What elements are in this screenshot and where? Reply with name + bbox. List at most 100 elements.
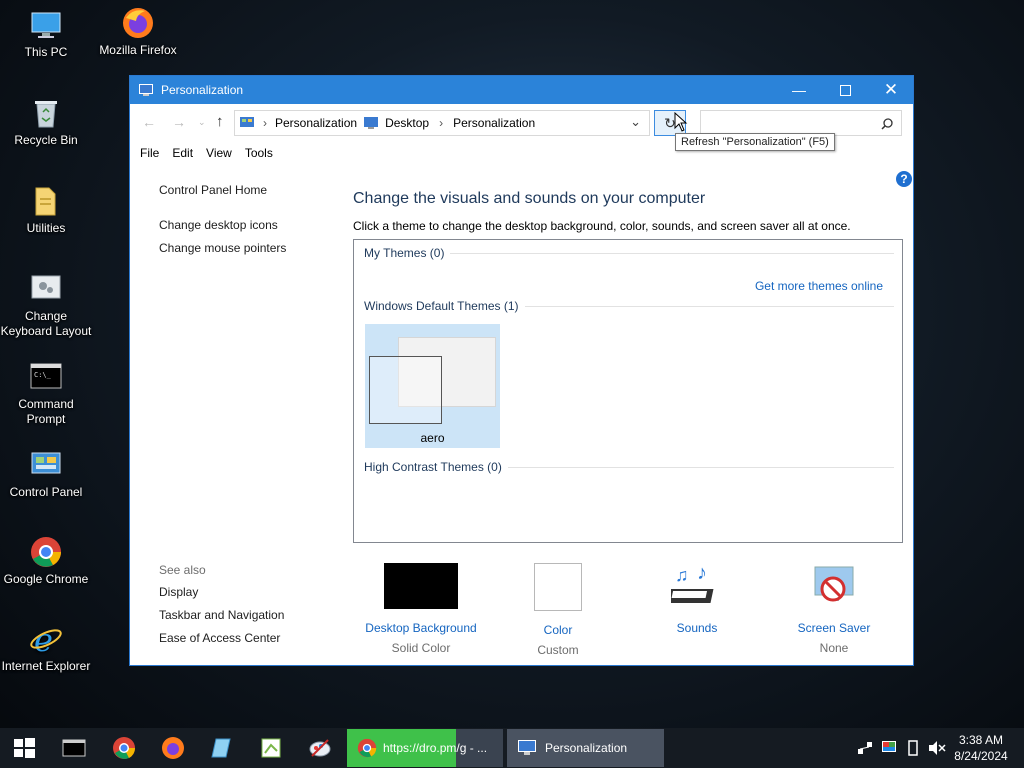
desktop-icon-label: Command Prompt	[18, 397, 74, 426]
close-button[interactable]: ✕	[868, 76, 914, 104]
desktop-icon-label: Change Keyboard Layout	[0, 309, 92, 338]
search-icon	[881, 118, 893, 130]
svg-text:♪: ♪	[697, 563, 707, 584]
chrome-task-icon	[357, 738, 377, 758]
screen-saver-setting[interactable]: Screen Saver None	[774, 563, 894, 655]
svg-text:♫: ♫	[675, 565, 689, 585]
taskbar-navigation-link[interactable]: Taskbar and Navigation	[159, 608, 284, 622]
menu-view[interactable]: View	[206, 146, 232, 160]
forward-button[interactable]: →	[172, 114, 186, 130]
high-contrast-header: High Contrast Themes (0)	[364, 460, 502, 474]
maximize-button[interactable]	[822, 76, 868, 104]
address-dropdown-chevron-icon[interactable]: ⌄	[630, 114, 641, 130]
desktop-icon-command-prompt[interactable]: C:\_ Command Prompt	[0, 360, 92, 427]
command-prompt-icon: C:\_	[30, 363, 62, 389]
help-icon[interactable]: ?	[896, 171, 912, 187]
desktop-icon-recycle-bin[interactable]: Recycle Bin	[0, 96, 92, 148]
folder-icon	[35, 187, 56, 216]
my-themes-header: My Themes (0)	[364, 246, 445, 260]
screen-saver-label: Screen Saver	[797, 621, 871, 635]
color-value: Custom	[537, 643, 579, 657]
desktop-icon-this-pc[interactable]: This PC	[0, 8, 92, 60]
high-contrast-section: High Contrast Themes (0)	[364, 460, 894, 474]
this-pc-icon	[31, 12, 61, 38]
desktop-icon-utilities[interactable]: Utilities	[0, 184, 92, 236]
chrome-task-label: https://dro.pm/g - ...	[383, 741, 488, 755]
sounds-icon: ♫ ♪	[671, 563, 714, 603]
desktop-background-value: Solid Color	[391, 641, 451, 655]
personalization-window: Personalization — ✕ ← → ⌄ ↑ › Personaliz…	[129, 75, 914, 666]
usb-device-icon[interactable]	[906, 740, 920, 756]
get-more-themes-link[interactable]: Get more themes online	[755, 279, 883, 293]
taskbar-notepad-icon[interactable]	[210, 736, 234, 760]
taskbar-firefox-icon[interactable]	[161, 736, 185, 760]
change-desktop-icons-link[interactable]: Change desktop icons	[159, 218, 286, 232]
desktop-icon-label: Control Panel	[9, 485, 83, 499]
taskbar-chrome-task[interactable]: https://dro.pm/g - ...	[347, 729, 503, 767]
personalization-icon	[139, 84, 153, 96]
theme-aero[interactable]: aero	[365, 324, 500, 448]
desktop-icon-firefox[interactable]: Mozilla Firefox	[92, 6, 184, 58]
color-display-icon[interactable]	[881, 740, 897, 756]
internet-explorer-icon: e	[30, 622, 62, 656]
breadcrumb-separator-icon: ›	[263, 116, 267, 130]
network-icon[interactable]	[857, 740, 873, 756]
desktop-icon-keyboard-layout[interactable]: Change Keyboard Layout	[0, 272, 92, 339]
clock-time: 3:38 AM	[958, 733, 1004, 747]
desktop-icon-google-chrome[interactable]: Google Chrome	[0, 535, 92, 587]
breadcrumb-desktop[interactable]: Desktop	[385, 116, 429, 130]
desktop-background-swatch	[384, 563, 458, 609]
color-swatch	[534, 563, 582, 611]
chrome-icon	[31, 537, 61, 567]
page-subtitle: Click a theme to change the desktop back…	[353, 219, 851, 233]
minimize-button[interactable]: —	[776, 76, 822, 104]
clock[interactable]: 3:38 AM 8/24/2024	[952, 732, 1010, 764]
control-panel-home-link[interactable]: Control Panel Home	[159, 183, 286, 197]
page-title: Change the visuals and sounds on your co…	[353, 190, 706, 207]
sounds-label: Sounds	[676, 621, 718, 635]
svg-text:e: e	[34, 622, 53, 656]
sounds-setting[interactable]: ♫ ♪ Sounds	[637, 563, 757, 641]
breadcrumb-personalization-current[interactable]: Personalization	[453, 116, 535, 130]
taskbar-personalization-task[interactable]: Personalization	[507, 729, 664, 767]
desktop-icon-internet-explorer[interactable]: e Internet Explorer	[0, 622, 92, 674]
taskbar-editor-icon[interactable]	[259, 736, 283, 760]
ease-of-access-link[interactable]: Ease of Access Center	[159, 631, 284, 645]
volume-muted-icon[interactable]	[928, 740, 946, 756]
address-bar[interactable]: › Personalization Desktop › Personalizat…	[234, 110, 650, 136]
control-panel-small-icon	[240, 117, 254, 127]
menu-edit[interactable]: Edit	[172, 146, 193, 160]
screen-saver-value: None	[819, 641, 849, 655]
desktop-background-setting[interactable]: Desktop Background Solid Color	[361, 563, 481, 655]
refresh-tooltip: Refresh "Personalization" (F5)	[675, 133, 835, 151]
personalization-task-icon	[518, 740, 536, 755]
desktop-icon-label: This PC	[24, 45, 68, 59]
desktop-icon-label: Google Chrome	[3, 572, 89, 586]
control-panel-icon	[31, 452, 61, 474]
menu-file[interactable]: File	[140, 146, 159, 160]
screen-saver-icon	[814, 566, 854, 602]
personalization-task-label: Personalization	[545, 741, 628, 755]
close-icon: ✕	[883, 80, 899, 99]
desktop-icon-control-panel[interactable]: Control Panel	[0, 448, 92, 500]
color-setting[interactable]: Color Custom	[498, 563, 618, 657]
display-link[interactable]: Display	[159, 585, 284, 599]
menu-tools[interactable]: Tools	[245, 146, 273, 160]
see-also-title: See also	[159, 563, 206, 577]
desktop-icon-label: Mozilla Firefox	[99, 43, 177, 57]
taskbar-command-prompt-icon[interactable]	[62, 736, 86, 760]
back-button[interactable]: ←	[142, 114, 156, 130]
change-mouse-pointers-link[interactable]: Change mouse pointers	[159, 241, 286, 255]
breadcrumb-separator-icon: ›	[439, 116, 444, 130]
recent-locations-chevron-icon[interactable]: ⌄	[198, 117, 206, 128]
desktop-icon-label: Utilities	[26, 221, 66, 235]
minimize-icon: —	[792, 82, 806, 98]
breadcrumb-personalization[interactable]: Personalization	[275, 116, 357, 130]
taskbar-paint-icon[interactable]	[308, 736, 332, 760]
up-button[interactable]: ↑	[216, 113, 224, 130]
title-bar[interactable]: Personalization — ✕	[130, 76, 913, 104]
taskbar-chrome-icon[interactable]	[112, 736, 136, 760]
clock-date: 8/24/2024	[954, 749, 1008, 763]
start-windows-icon[interactable]	[12, 736, 36, 760]
taskbar: https://dro.pm/g - ... Personalization 3…	[0, 728, 1024, 768]
